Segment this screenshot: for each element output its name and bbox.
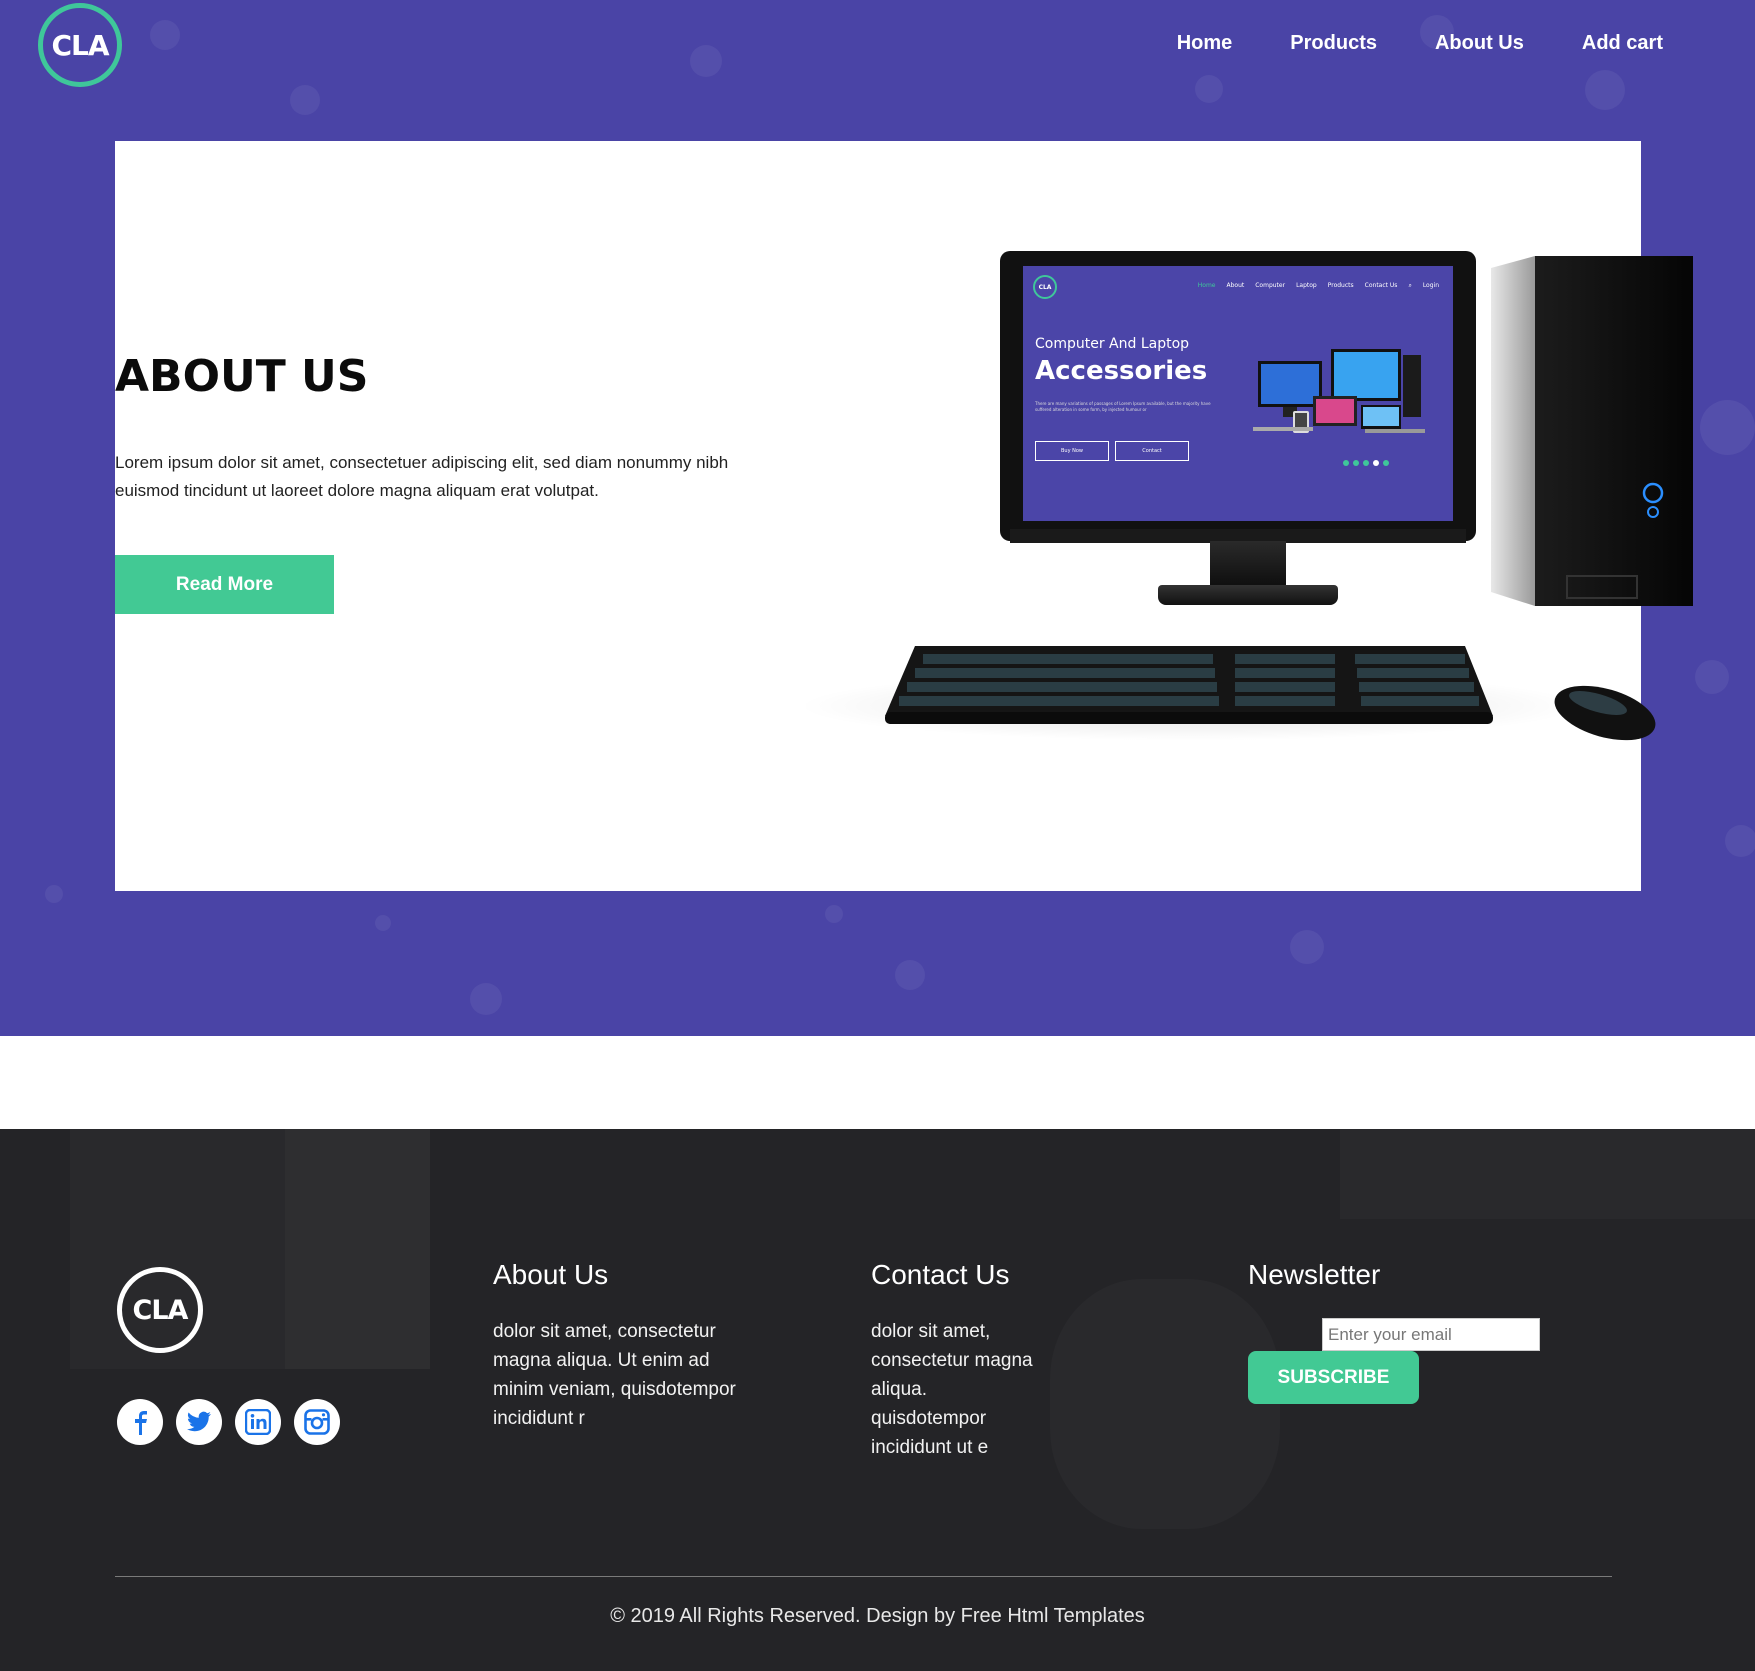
footer-about-column: About Us dolor sit amet, consectetur mag… — [493, 1259, 743, 1433]
instagram-icon[interactable] — [294, 1399, 340, 1445]
main-nav: Home Products About Us Add cart — [1177, 32, 1663, 55]
pc-tower — [1491, 256, 1693, 606]
linkedin-icon[interactable] — [235, 1399, 281, 1445]
footer-contact-heading: Contact Us — [871, 1259, 1010, 1290]
twitter-icon[interactable] — [176, 1399, 222, 1445]
about-card: ABOUT US Lorem ipsum dolor sit amet, con… — [115, 141, 1693, 891]
screen-subtitle: Computer And Laptop — [1035, 336, 1190, 352]
read-more-button[interactable]: Read More — [115, 555, 334, 614]
subscribe-button[interactable]: SUBSCRIBE — [1248, 1351, 1419, 1404]
brand-logo[interactable]: CLA — [38, 3, 122, 87]
screen-contact-button: Contact — [1115, 441, 1189, 461]
footer-contact-column: Contact Us dolor sit amet, consectetur m… — [871, 1259, 1036, 1462]
screen-carousel-dots — [1343, 460, 1389, 466]
screen-search-icon: ⌕ — [1408, 282, 1412, 289]
site-footer: CLA About Us dolor sit amet, consectetur… — [0, 1129, 1755, 1671]
newsletter-email-input[interactable] — [1322, 1318, 1540, 1351]
nav-add-cart-link[interactable]: Add cart — [1582, 32, 1663, 55]
screen-title: Accessories — [1035, 356, 1208, 386]
screen-buy-button: Buy Now — [1035, 441, 1109, 461]
nav-products-link[interactable]: Products — [1290, 32, 1377, 55]
screen-logo: CLA — [1033, 275, 1057, 299]
about-text: Lorem ipsum dolor sit amet, consectetuer… — [115, 453, 729, 500]
footer-newsletter-heading: Newsletter — [1248, 1259, 1381, 1290]
hero-section: CLA Home Products About Us Add cart ABOU… — [0, 0, 1755, 1036]
nav-about-link[interactable]: About Us — [1435, 32, 1524, 55]
monitor-stand — [1210, 541, 1286, 589]
about-title: ABOUT US — [115, 351, 369, 402]
monitor-base — [1158, 585, 1338, 605]
desktop-computer-image: CLA Home About Computer Laptop Products … — [755, 251, 1693, 771]
keyboard — [885, 646, 1493, 724]
screen-nav: Home About Computer Laptop Products Cont… — [1197, 282, 1439, 289]
copyright-text: © 2019 All Rights Reserved. Design by Fr… — [610, 1605, 1145, 1627]
footer-divider — [115, 1576, 1612, 1577]
footer-about-text: dolor sit amet, consectetur magna aliqua… — [493, 1321, 736, 1429]
mouse — [1554, 685, 1656, 741]
screen-body-text: There are many variations of passages of… — [1035, 401, 1211, 412]
footer-about-heading: About Us — [493, 1259, 609, 1290]
nav-home-link[interactable]: Home — [1177, 32, 1233, 55]
screen-devices-graphic — [1253, 349, 1425, 433]
social-links — [117, 1399, 340, 1445]
footer-contact-text: dolor sit amet, consectetur magna aliqua… — [871, 1321, 1033, 1458]
footer-logo[interactable]: CLA — [117, 1267, 203, 1353]
monitor-screen: CLA Home About Computer Laptop Products … — [1023, 266, 1453, 521]
footer-newsletter-column: Newsletter — [1248, 1259, 1548, 1317]
facebook-icon[interactable] — [117, 1399, 163, 1445]
